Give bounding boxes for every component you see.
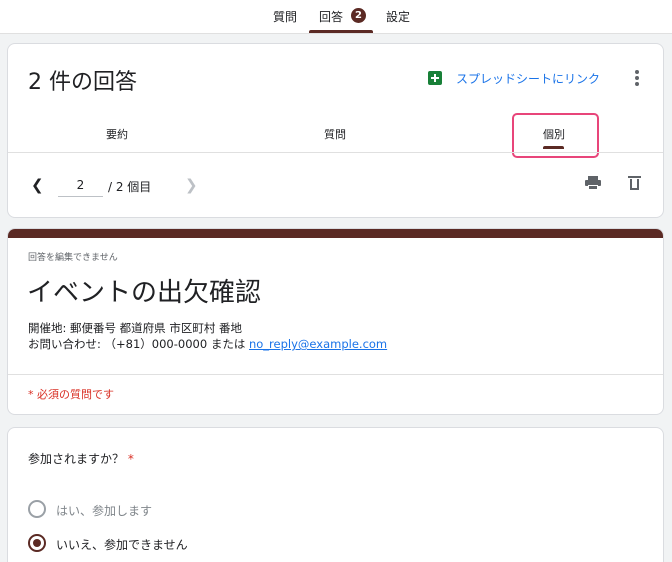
form-accent-bar xyxy=(8,229,663,238)
divider xyxy=(8,374,663,375)
contact-email-link[interactable]: no_reply@example.com xyxy=(249,337,387,351)
response-count-badge: 2 xyxy=(351,8,366,23)
option-label-no: いいえ、参加できません xyxy=(56,538,188,552)
question-title: 参加されますか？ * xyxy=(28,450,134,467)
more-options-icon[interactable] xyxy=(630,68,644,88)
radio-option-no[interactable] xyxy=(28,534,46,552)
response-pager: ❮ / 2 個目 ❯ xyxy=(8,164,663,204)
form-header-card: 回答を編集できません イベントの出欠確認 開催地: 郵便番号 都道府県 市区町村… xyxy=(7,228,664,415)
response-total-label: / 2 個目 xyxy=(108,180,152,194)
delete-icon[interactable] xyxy=(628,175,641,191)
form-title: イベントの出欠確認 xyxy=(27,278,262,308)
active-tab-indicator xyxy=(309,30,373,33)
link-to-spreadsheet-button[interactable]: スプレッドシートにリンク xyxy=(456,70,600,87)
required-note: * 必須の質問です xyxy=(28,388,114,401)
radio-option-yes[interactable] xyxy=(28,500,46,518)
tab-responses[interactable]: 回答 xyxy=(319,10,343,24)
top-navigation: 質問 回答 2 設定 xyxy=(0,0,672,34)
responses-summary-card: 2 件の回答 スプレッドシートにリンク 要約 質問 個別 ❮ / 2 個目 ❯ xyxy=(7,43,664,218)
tab-questions[interactable]: 質問 xyxy=(273,10,297,24)
required-asterisk: * xyxy=(127,452,134,466)
form-description-location: 開催地: 郵便番号 都道府県 市区町村 番地 xyxy=(28,321,242,335)
option-label-yes: はい、参加します xyxy=(56,504,153,518)
question-text: 参加されますか？ xyxy=(28,452,125,466)
responses-count-title: 2 件の回答 xyxy=(28,70,137,95)
tab-settings[interactable]: 設定 xyxy=(386,10,410,24)
tab-summary[interactable]: 要約 xyxy=(106,126,128,142)
tab-question[interactable]: 質問 xyxy=(324,126,346,142)
contact-text: お問い合わせ: （+81）000-0000 または xyxy=(28,337,249,351)
divider xyxy=(8,152,663,153)
question-card: 参加されますか？ * はい、参加します いいえ、参加できません xyxy=(7,427,664,562)
cannot-edit-notice: 回答を編集できません xyxy=(28,253,118,263)
response-number-input[interactable] xyxy=(58,173,103,197)
print-icon[interactable] xyxy=(585,176,601,190)
spreadsheet-icon[interactable] xyxy=(428,71,442,85)
form-description-contact: お問い合わせ: （+81）000-0000 または no_reply@examp… xyxy=(28,337,387,352)
next-response-button[interactable]: ❯ xyxy=(185,176,198,194)
previous-response-button[interactable]: ❮ xyxy=(31,176,44,194)
